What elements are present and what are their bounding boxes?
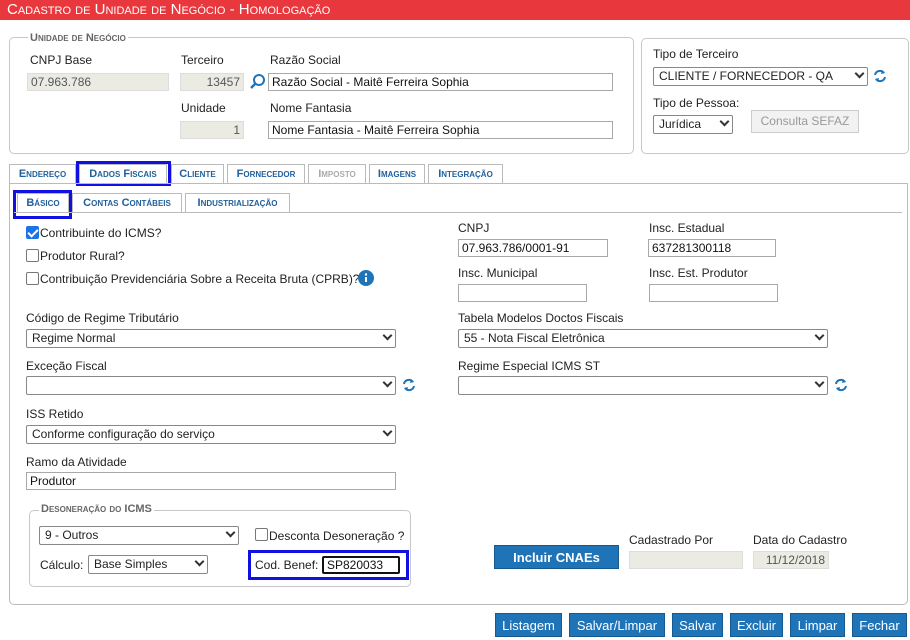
ramo-atividade-field[interactable]: Produtor	[26, 472, 396, 490]
tab-imagens[interactable]: Imagens	[369, 164, 425, 183]
crt-label: Código de Regime Tributário	[26, 311, 179, 325]
crt-value: Regime Normal	[32, 331, 116, 345]
basico-highlight	[13, 190, 72, 219]
iss-retido-value: Conforme configuração do serviço	[32, 427, 215, 441]
motivo-desoneracao-select[interactable]: 9 - Outros	[39, 526, 239, 545]
chevron-down-icon	[854, 68, 865, 79]
tipo-terceiro-label: Tipo de Terceiro	[653, 47, 739, 61]
tipo-terceiro-value: CLIENTE / FORNECEDOR - QA	[659, 69, 834, 83]
calculo-value: Base Simples	[94, 557, 168, 571]
page-title: Cadastro de Unidade de Negócio - Homolog…	[0, 0, 910, 20]
insc-est-produtor-label: Insc. Est. Produtor	[649, 266, 748, 280]
regime-st-select[interactable]	[458, 376, 828, 395]
contribuinte-icms-checkbox[interactable]	[26, 226, 39, 239]
subtab-line	[14, 212, 902, 213]
cprb-checkbox[interactable]	[26, 272, 39, 285]
subtab-contas-contabeis[interactable]: Contas Contábeis	[72, 193, 182, 212]
refresh-icon[interactable]	[873, 69, 887, 83]
limpar-button[interactable]: Limpar	[790, 613, 845, 637]
excluir-button[interactable]: Excluir	[730, 613, 783, 637]
info-icon[interactable]	[358, 270, 374, 286]
chevron-down-icon	[382, 426, 393, 437]
produtor-rural-checkbox[interactable]	[26, 249, 39, 262]
subtab-industrializacao[interactable]: Industrialização	[185, 193, 290, 212]
iss-retido-label: ISS Retido	[26, 407, 84, 421]
contribuinte-icms-label: Contribuinte do ICMS?	[40, 226, 162, 240]
cnpj-base-field: 07.963.786	[27, 73, 169, 91]
nome-fantasia-field[interactable]: Nome Fantasia - Maitê Ferreira Sophia	[268, 121, 613, 139]
desconta-desoneracao-label: Desconta Desoneração ?	[269, 529, 405, 543]
unidade-label: Unidade	[181, 101, 226, 115]
terceiro-field: 13457	[180, 73, 244, 91]
chevron-down-icon	[194, 556, 205, 567]
calculo-select[interactable]: Base Simples	[88, 555, 208, 574]
unidade-legend: Unidade de Negócio	[28, 32, 128, 44]
terceiro-label: Terceiro	[181, 53, 224, 67]
cnpj-field[interactable]: 07.963.786/0001-91	[458, 239, 608, 257]
insc-est-produtor-field[interactable]	[649, 284, 778, 302]
tabela-modelos-label: Tabela Modelos Doctos Fiscais	[458, 311, 624, 325]
insc-estadual-label: Insc. Estadual	[649, 221, 725, 235]
razao-social-field[interactable]: Razão Social - Maitê Ferreira Sophia	[268, 73, 613, 91]
tabela-modelos-value: 55 - Nota Fiscal Eletrônica	[464, 331, 605, 345]
crt-select[interactable]: Regime Normal	[26, 329, 396, 348]
excecao-fiscal-label: Exceção Fiscal	[26, 359, 107, 373]
tipo-pessoa-select[interactable]: Jurídica	[653, 115, 733, 134]
cod-benef-label: Cod. Benef:	[255, 558, 319, 572]
cadastrado-por-label: Cadastrado Por	[629, 533, 714, 547]
insc-estadual-field[interactable]: 637281300118	[648, 239, 776, 257]
excecao-fiscal-select[interactable]	[26, 376, 396, 395]
search-icon[interactable]	[249, 73, 267, 91]
refresh-icon[interactable]	[834, 378, 848, 392]
razao-social-label: Razão Social	[270, 53, 341, 67]
refresh-icon[interactable]	[402, 378, 416, 392]
produtor-rural-label: Produtor Rural?	[40, 249, 125, 263]
motivo-desoneracao-value: 9 - Outros	[45, 528, 99, 542]
calculo-label: Cálculo:	[40, 558, 84, 572]
chevron-down-icon	[814, 377, 825, 388]
incluir-cnaes-button[interactable]: Incluir CNAEs	[494, 545, 619, 569]
tab-imposto: Imposto	[308, 164, 366, 183]
tipo-pessoa-value: Jurídica	[659, 117, 702, 131]
tab-fornecedor[interactable]: Fornecedor	[227, 164, 305, 183]
chevron-down-icon	[719, 116, 730, 127]
tabela-modelos-select[interactable]: 55 - Nota Fiscal Eletrônica	[458, 329, 828, 348]
listagem-button[interactable]: Listagem	[495, 613, 562, 637]
chevron-down-icon	[814, 330, 825, 341]
iss-retido-select[interactable]: Conforme configuração do serviço	[26, 425, 396, 444]
tab-endereco[interactable]: Endereço	[9, 164, 76, 183]
chevron-down-icon	[225, 527, 236, 538]
desconta-desoneracao-checkbox[interactable]	[255, 528, 268, 541]
cprb-label: Contribuição Previdenciária Sobre a Rece…	[40, 272, 360, 286]
data-cadastro-field: 11/12/2018	[753, 551, 829, 569]
insc-municipal-label: Insc. Municipal	[458, 266, 538, 280]
data-cadastro-label: Data do Cadastro	[753, 533, 848, 547]
tipo-terceiro-select[interactable]: CLIENTE / FORNECEDOR - QA	[653, 67, 868, 86]
chevron-down-icon	[382, 377, 393, 388]
ramo-atividade-label: Ramo da Atividade	[26, 455, 127, 469]
cnpj-base-label: CNPJ Base	[30, 53, 93, 67]
cnpj-label: CNPJ	[458, 221, 490, 235]
salvar-limpar-button[interactable]: Salvar/Limpar	[569, 613, 665, 637]
chevron-down-icon	[382, 330, 393, 341]
insc-municipal-field[interactable]	[458, 284, 587, 302]
consulta-sefaz-button[interactable]: Consulta SEFAZ	[751, 110, 859, 133]
tab-cliente[interactable]: Cliente	[171, 164, 224, 183]
salvar-button[interactable]: Salvar	[672, 613, 723, 637]
fechar-button[interactable]: Fechar	[852, 613, 907, 637]
nome-fantasia-label: Nome Fantasia	[270, 101, 352, 115]
tipo-pessoa-label: Tipo de Pessoa:	[653, 96, 740, 110]
desoneracao-legend: Desoneração do ICMS	[39, 503, 154, 515]
tab-integracao[interactable]: Integração	[428, 164, 503, 183]
unidade-field: 1	[180, 121, 244, 139]
cadastrado-por-field	[629, 551, 743, 569]
regime-st-label: Regime Especial ICMS ST	[458, 359, 601, 373]
cod-benef-field[interactable]: SP820033	[322, 556, 400, 574]
